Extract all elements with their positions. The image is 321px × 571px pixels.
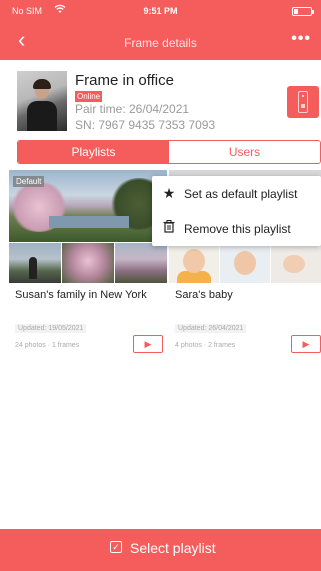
default-badge: Default xyxy=(13,176,45,187)
checkbox-icon: ✓ xyxy=(110,541,122,553)
play-button[interactable]: ▶ xyxy=(291,335,321,353)
remote-icon xyxy=(298,91,308,113)
status-badge: Online xyxy=(75,91,103,102)
playlist-card[interactable]: Default Susan's family in New York Updat… xyxy=(9,170,167,360)
more-icon[interactable]: ••• xyxy=(291,30,311,48)
context-menu: ★ Set as default playlist Remove this pl… xyxy=(152,176,321,246)
tab-users[interactable]: Users xyxy=(169,141,320,163)
play-icon: ▶ xyxy=(302,339,310,349)
photo-thumbnails xyxy=(9,243,167,283)
navbar: ‹ Frame details ••• xyxy=(0,27,321,57)
remote-button[interactable] xyxy=(287,86,319,118)
playlist-cover-image: Default xyxy=(9,170,167,242)
photo-thumbnail xyxy=(9,243,61,283)
updated-date: Updated: 19/05/2021 xyxy=(15,324,87,333)
frame-name: Frame in office xyxy=(75,72,174,89)
status-time: 9:51 PM xyxy=(143,6,178,16)
header: No SIM 9:51 PM ‹ Frame details ••• xyxy=(0,0,321,60)
photo-thumbnail xyxy=(62,243,114,283)
menu-item-label: Remove this playlist xyxy=(184,222,291,236)
frame-thumbnail xyxy=(17,71,67,131)
page-title: Frame details xyxy=(124,36,197,50)
battery-icon xyxy=(292,7,314,16)
star-icon: ★ xyxy=(162,185,176,201)
trash-icon xyxy=(162,220,176,236)
tab-playlists[interactable]: Playlists xyxy=(18,141,169,163)
playlist-title: Sara's baby xyxy=(175,289,233,301)
menu-item-label: Set as default playlist xyxy=(184,187,298,201)
photo-thumbnail xyxy=(220,243,270,283)
select-playlist-button[interactable]: ✓ Select playlist xyxy=(0,529,321,571)
playlist-counts: 24 photos · 1 frames xyxy=(15,342,80,349)
pair-time: Pair time: 26/04/2021 xyxy=(75,102,190,116)
photo-thumbnail xyxy=(169,243,219,283)
playlist-title: Susan's family in New York xyxy=(15,289,147,301)
updated-date: Updated: 26/04/2021 xyxy=(175,324,247,333)
photo-thumbnail xyxy=(115,243,167,283)
menu-item-remove[interactable]: Remove this playlist xyxy=(152,211,321,246)
status-bar: No SIM 9:51 PM xyxy=(0,2,321,20)
playlist-counts: 4 photos · 2 frames xyxy=(175,342,236,349)
tab-bar: Playlists Users xyxy=(17,140,321,164)
photo-thumbnails xyxy=(169,243,321,283)
frame-info: Frame in office Online Pair time: 26/04/… xyxy=(0,68,321,134)
play-icon: ▶ xyxy=(144,339,152,349)
select-playlist-label: Select playlist xyxy=(130,540,216,556)
serial-number: SN: 7967 9435 7353 7093 xyxy=(75,118,216,132)
menu-item-set-default[interactable]: ★ Set as default playlist xyxy=(152,176,321,211)
photo-thumbnail xyxy=(271,243,321,283)
play-button[interactable]: ▶ xyxy=(133,335,163,353)
